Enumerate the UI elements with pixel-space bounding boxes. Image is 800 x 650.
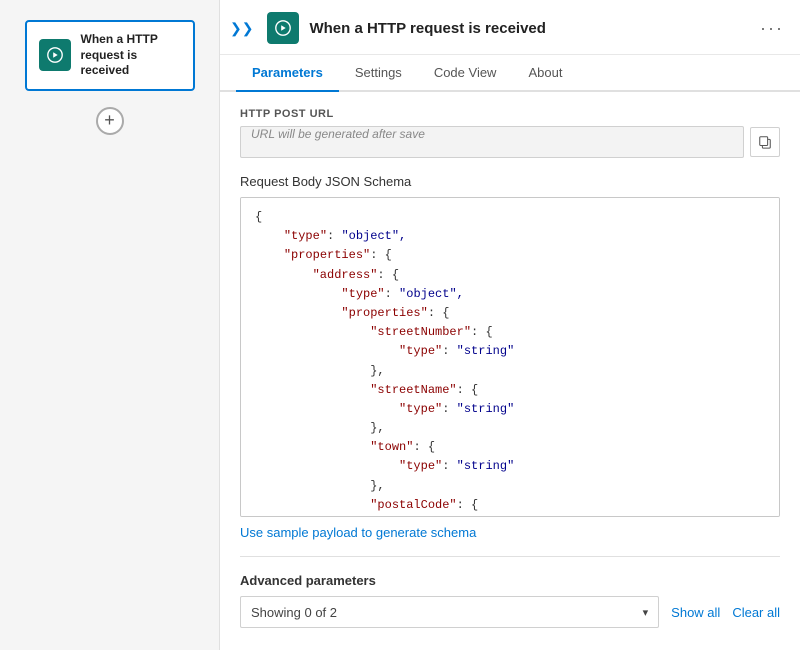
sidebar-trigger-card[interactable]: When a HTTP request is received <box>25 20 195 91</box>
show-all-button[interactable]: Show all <box>671 605 720 620</box>
panel-title: When a HTTP request is received <box>309 20 750 37</box>
trigger-card-icon <box>39 39 71 71</box>
tab-about[interactable]: About <box>512 55 578 92</box>
sidebar: When a HTTP request is received + <box>0 0 220 650</box>
advanced-params-dropdown[interactable]: Showing 0 of 2 ▾ <box>240 596 659 628</box>
tab-settings[interactable]: Settings <box>339 55 418 92</box>
header-trigger-icon <box>267 12 299 44</box>
add-step-button[interactable]: + <box>96 107 124 135</box>
json-schema-editor[interactable]: { "type": "object", "properties": { "add… <box>240 197 780 517</box>
url-row: URL will be generated after save <box>240 126 780 158</box>
panel-header: ❯❯ When a HTTP request is received ··· <box>220 0 800 55</box>
tab-code-view[interactable]: Code View <box>418 55 513 92</box>
url-input-field[interactable]: URL will be generated after save <box>240 126 744 158</box>
clear-all-button[interactable]: Clear all <box>732 605 780 620</box>
copy-url-button[interactable] <box>750 127 780 157</box>
main-panel: ❯❯ When a HTTP request is received ··· P… <box>220 0 800 650</box>
more-options-button[interactable]: ··· <box>760 18 784 39</box>
url-field-label: HTTP POST URL <box>240 108 780 120</box>
tabs-bar: Parameters Settings Code View About <box>220 55 800 92</box>
advanced-params-label: Advanced parameters <box>240 573 780 588</box>
chevron-down-icon: ▾ <box>643 606 649 619</box>
expand-arrows-icon[interactable]: ❯❯ <box>230 20 253 37</box>
section-divider <box>240 556 780 557</box>
generate-schema-link[interactable]: Use sample payload to generate schema <box>240 525 476 540</box>
tab-parameters[interactable]: Parameters <box>236 55 339 92</box>
panel-content: HTTP POST URL URL will be generated afte… <box>220 92 800 650</box>
trigger-card-label: When a HTTP request is received <box>81 32 181 79</box>
advanced-params-row: Showing 0 of 2 ▾ Show all Clear all <box>240 596 780 628</box>
schema-label: Request Body JSON Schema <box>240 174 780 189</box>
